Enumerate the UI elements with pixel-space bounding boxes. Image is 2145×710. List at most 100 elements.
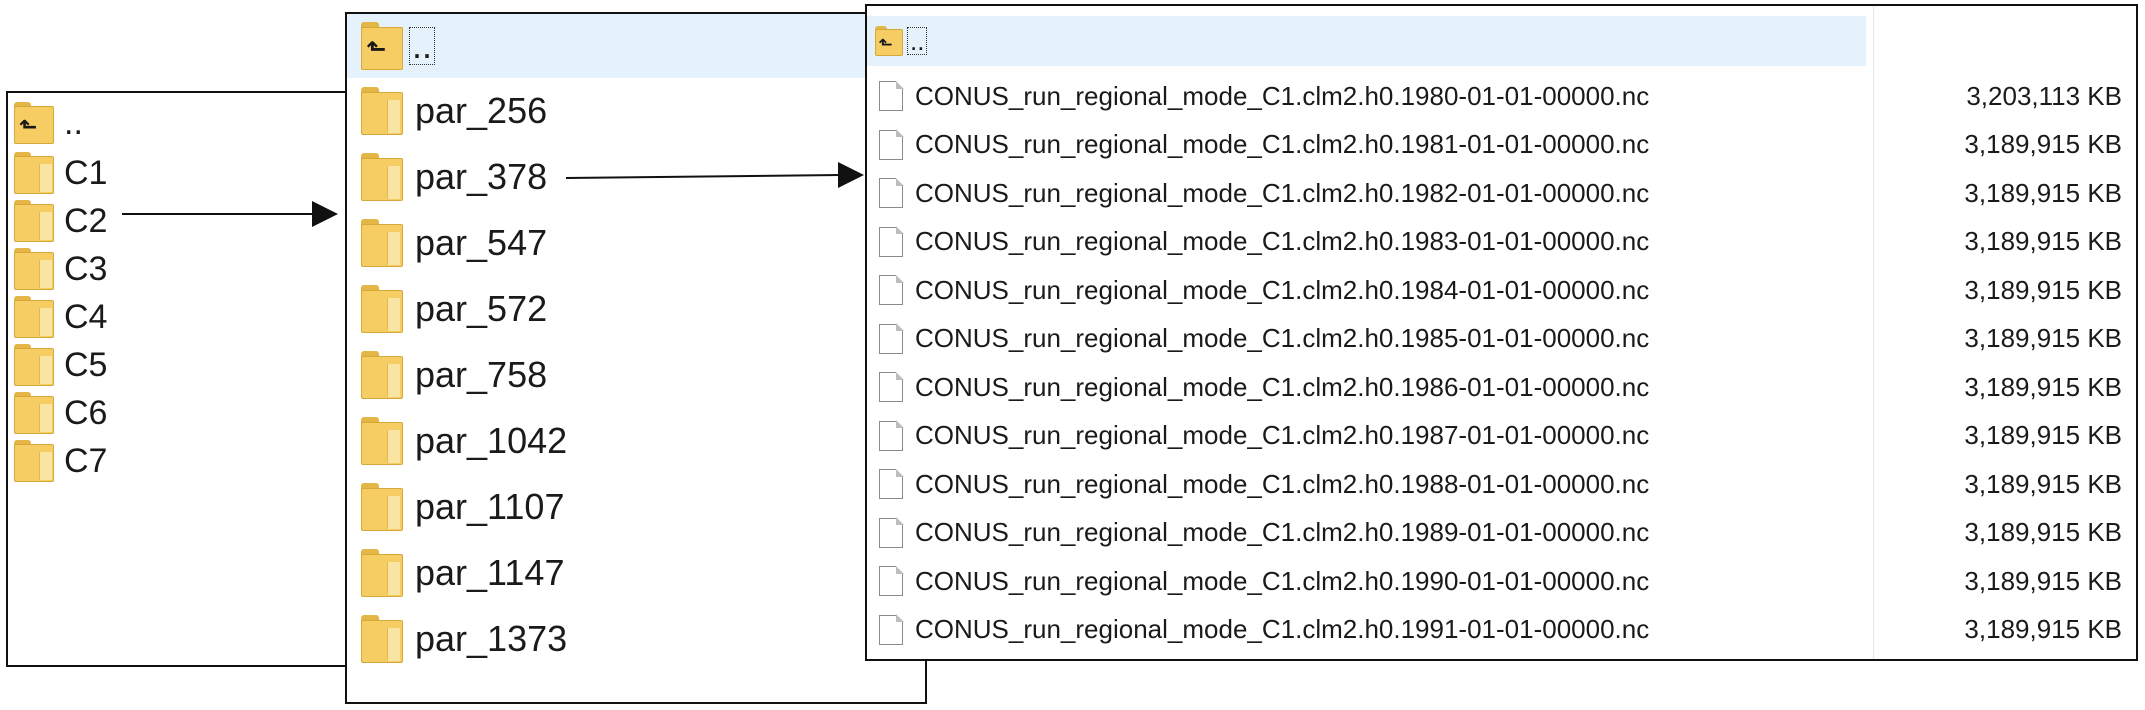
file-row[interactable]: CONUS_run_regional_mode_C1.clm2.h0.1987-… — [867, 412, 2136, 461]
file-icon — [879, 420, 904, 451]
file-size: 3,189,915 KB — [1964, 371, 2122, 402]
file-row[interactable]: CONUS_run_regional_mode_C1.clm2.h0.1989-… — [867, 509, 2136, 558]
list-item-c1[interactable]: C1 — [8, 149, 364, 197]
folder-list-par: ⬑ .. par_256 par_378 par_547 par_572 par… — [345, 12, 927, 704]
file-row[interactable]: CONUS_run_regional_mode_C1.clm2.h0.1991-… — [867, 606, 2136, 655]
list-item-par-1373[interactable]: par_1373 — [347, 606, 925, 672]
list-item-par-572[interactable]: par_572 — [347, 276, 925, 342]
folder-icon — [14, 296, 54, 338]
folder-icon — [14, 344, 54, 386]
file-size: 3,189,915 KB — [1964, 468, 2122, 499]
file-row[interactable]: CONUS_run_regional_mode_C1.clm2.h0.1981-… — [867, 121, 2136, 170]
list-item-label: C3 — [64, 249, 108, 288]
file-size: 3,189,915 KB — [1964, 614, 2122, 645]
file-icon — [879, 80, 904, 112]
list-item-c7[interactable]: C7 — [8, 437, 364, 485]
file-size: 3,189,915 KB — [1964, 226, 2122, 257]
list-item-par-1042[interactable]: par_1042 — [347, 408, 925, 474]
folder-icon — [14, 392, 54, 434]
file-icon — [879, 565, 904, 597]
file-row[interactable]: CONUS_run_regional_mode_C1.clm2.h0.1982-… — [867, 169, 2136, 218]
file-name: CONUS_run_regional_mode_C1.clm2.h0.1990-… — [915, 565, 1650, 596]
folder-icon — [14, 152, 54, 194]
folder-icon — [361, 417, 403, 465]
list-item-label: C5 — [64, 345, 108, 384]
file-name: CONUS_run_regional_mode_C1.clm2.h0.1980-… — [915, 80, 1650, 111]
folder-icon — [361, 615, 403, 663]
list-item-label: par_572 — [415, 288, 548, 329]
file-icon — [879, 468, 904, 500]
file-row[interactable]: CONUS_run_regional_mode_C1.clm2.h0.1986-… — [867, 363, 2136, 412]
file-icon — [879, 226, 904, 257]
file-name: CONUS_run_regional_mode_C1.clm2.h0.1985-… — [915, 323, 1650, 354]
folder-icon — [14, 248, 54, 290]
file-size: 3,203,113 KB — [1966, 80, 2122, 111]
file-name: CONUS_run_regional_mode_C1.clm2.h0.1984-… — [915, 274, 1650, 305]
file-icon — [879, 371, 904, 403]
file-icon — [879, 274, 904, 306]
list-item-par-547[interactable]: par_547 — [347, 210, 925, 276]
list-item-label: C4 — [64, 297, 108, 336]
file-name: CONUS_run_regional_mode_C1.clm2.h0.1982-… — [915, 177, 1650, 208]
list-item-label: C6 — [64, 393, 108, 432]
list-item-label: C7 — [64, 441, 108, 480]
file-name: CONUS_run_regional_mode_C1.clm2.h0.1983-… — [915, 226, 1650, 257]
list-item-parent[interactable]: ⬑ .. — [867, 16, 1866, 66]
folder-icon — [361, 153, 403, 201]
file-row[interactable]: CONUS_run_regional_mode_C1.clm2.h0.1983-… — [867, 218, 2136, 267]
list-item-par-758[interactable]: par_758 — [347, 342, 925, 408]
list-item-par-1147[interactable]: par_1147 — [347, 540, 925, 606]
list-item-c3[interactable]: C3 — [8, 245, 364, 293]
list-item-par-1107[interactable]: par_1107 — [347, 474, 925, 540]
list-item-par-256[interactable]: par_256 — [347, 78, 925, 144]
file-name: CONUS_run_regional_mode_C1.clm2.h0.1989-… — [915, 517, 1650, 548]
list-item-label: C1 — [64, 153, 108, 192]
folder-list-c: ⬑ .. C1 C2 C3 C4 C5 C6 C7 — [6, 91, 366, 667]
list-item-c5[interactable]: C5 — [8, 341, 364, 389]
list-item-parent[interactable]: ⬑ .. — [8, 95, 364, 151]
list-item-c6[interactable]: C6 — [8, 389, 364, 437]
folder-icon — [361, 483, 403, 531]
list-item-label: par_1042 — [415, 420, 568, 461]
file-row[interactable]: CONUS_run_regional_mode_C1.clm2.h0.1980-… — [867, 72, 2136, 121]
folder-icon — [361, 285, 403, 333]
file-size: 3,189,915 KB — [1964, 420, 2122, 451]
list-item-c2[interactable]: C2 — [8, 197, 364, 245]
list-item-label: par_547 — [415, 222, 548, 263]
list-item-label: par_1107 — [415, 486, 565, 527]
file-list-nc: ⬑ .. CONUS_run_regional_mode_C1.clm2.h0.… — [865, 4, 2138, 661]
file-row[interactable]: CONUS_run_regional_mode_C1.clm2.h0.1988-… — [867, 460, 2136, 509]
list-item-par-378[interactable]: par_378 — [347, 144, 925, 210]
list-item-label: par_1373 — [415, 618, 568, 659]
list-item-c4[interactable]: C4 — [8, 293, 364, 341]
file-name: CONUS_run_regional_mode_C1.clm2.h0.1987-… — [915, 420, 1650, 451]
file-size: 3,189,915 KB — [1964, 129, 2122, 160]
folder-icon — [361, 549, 403, 597]
folder-up-icon: ⬑ — [361, 22, 403, 70]
list-item-label: .. — [907, 27, 928, 55]
file-size: 3,189,915 KB — [1964, 177, 2122, 208]
folder-icon — [361, 219, 403, 267]
folder-icon — [14, 440, 54, 482]
list-item-parent[interactable]: ⬑ .. — [347, 14, 925, 78]
list-item-label: par_1147 — [415, 552, 565, 593]
file-row[interactable]: CONUS_run_regional_mode_C1.clm2.h0.1984-… — [867, 266, 2136, 315]
file-name: CONUS_run_regional_mode_C1.clm2.h0.1986-… — [915, 371, 1650, 402]
file-icon — [879, 177, 904, 209]
folder-up-icon: ⬑ — [875, 26, 903, 56]
file-icon — [879, 614, 904, 645]
file-icon — [879, 323, 904, 354]
list-item-label: par_378 — [415, 156, 548, 197]
file-row[interactable]: CONUS_run_regional_mode_C1.clm2.h0.1990-… — [867, 557, 2136, 606]
folder-up-icon: ⬑ — [14, 102, 54, 144]
file-name: CONUS_run_regional_mode_C1.clm2.h0.1981-… — [915, 129, 1650, 160]
folder-icon — [14, 200, 54, 242]
folder-icon — [361, 351, 403, 399]
file-row[interactable]: CONUS_run_regional_mode_C1.clm2.h0.1985-… — [867, 315, 2136, 364]
folder-icon — [361, 87, 403, 135]
file-size: 3,189,915 KB — [1964, 274, 2122, 305]
list-item-label: par_256 — [415, 90, 548, 131]
list-item-label: .. — [409, 27, 436, 65]
file-size: 3,189,915 KB — [1964, 323, 2122, 354]
file-icon — [879, 517, 904, 548]
